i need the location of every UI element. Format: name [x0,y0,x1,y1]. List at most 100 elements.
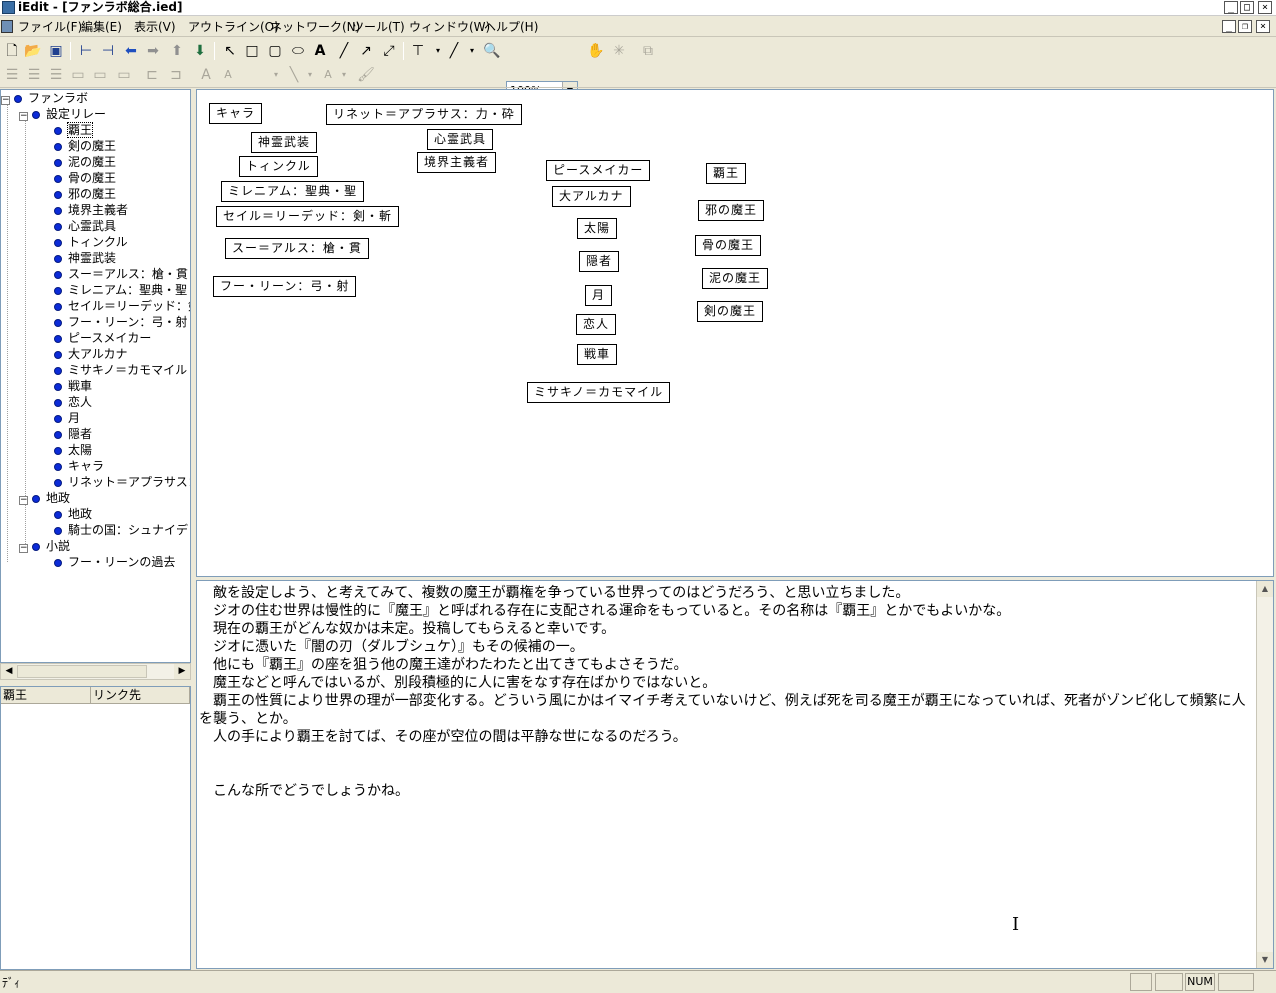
menu-edit[interactable]: 編集(E) [77,19,126,35]
select-pointer-icon[interactable]: ↖ [220,41,240,61]
canvas-node[interactable]: ピースメイカー [546,160,651,181]
font-size-up-icon[interactable]: A [196,65,216,85]
collapse-icon[interactable]: − [19,112,28,121]
close-button[interactable]: × [1258,1,1272,14]
tree-item[interactable]: 邪の魔王 [54,186,116,202]
tree-item[interactable]: スー＝アルス：槍・貫 [54,266,188,282]
tree-group[interactable]: − 地政 [19,490,70,506]
network-canvas[interactable]: キャラ リネット＝アプラサス：力・砕 神霊武装 心霊武具 トィンクル 境界主義者… [196,89,1274,577]
canvas-node[interactable]: トィンクル [239,156,318,177]
tree-item[interactable]: キャラ [54,458,104,474]
arrow-up-icon[interactable]: ⬆ [167,41,187,61]
chevron-down-icon[interactable]: ▾ [266,65,286,85]
align-top-icon[interactable]: ▭ [68,65,88,85]
tree-item[interactable]: リネット＝アプラサス： [54,474,190,490]
tree-item[interactable]: 騎士の国：シュナイデ [54,522,188,538]
canvas-node[interactable]: 邪の魔王 [698,200,765,221]
canvas-node[interactable]: キャラ [209,103,263,124]
canvas-node[interactable]: 太陽 [577,218,618,239]
link-list[interactable]: 覇王 リンク先 [0,686,191,970]
canvas-node[interactable]: リネット＝アプラサス：力・砕 [326,104,522,125]
minimize-button[interactable]: _ [1224,1,1238,14]
tree-root[interactable]: − ファンラボ [1,90,88,106]
collapse-icon[interactable]: − [1,96,10,105]
copy-image-icon[interactable]: ⧉ [638,41,658,61]
canvas-node[interactable]: 隠者 [579,251,620,272]
text-tool-icon[interactable]: A [310,41,330,61]
scroll-right-icon[interactable]: ▶ [174,664,190,679]
document-icon[interactable] [1,20,13,33]
rectangle-tool-icon[interactable]: □ [242,41,262,61]
ellipse-tool-icon[interactable]: ⬭ [288,41,308,61]
arrow-line-tool-icon[interactable]: ↗ [356,41,376,61]
outline-left-icon[interactable]: ⊢ [76,41,96,61]
canvas-node[interactable]: ミレニアム：聖典・聖 [221,181,365,202]
tree-horizontal-scrollbar[interactable]: ◀ ▶ [0,663,191,680]
tree-item[interactable]: トィンクル [54,234,128,250]
double-arrow-tool-icon[interactable]: ⤢ [379,41,399,61]
canvas-node[interactable]: 泥の魔王 [702,268,769,289]
tree-item[interactable]: ミサキノ＝カモマイル [54,362,187,378]
canvas-node[interactable]: スー＝アルス：槍・貫 [225,238,369,259]
canvas-node[interactable]: フー・リーン：弓・射 [213,276,357,297]
menu-view[interactable]: 表示(V) [130,19,180,35]
align-right-icon[interactable]: ☰ [46,65,66,85]
tree-item[interactable]: 境界主義者 [54,202,128,218]
canvas-node[interactable]: 心霊武具 [427,129,494,150]
canvas-node[interactable]: 骨の魔王 [695,235,762,256]
scroll-left-icon[interactable]: ◀ [1,664,17,679]
canvas-node[interactable]: 覇王 [706,163,747,184]
same-height-icon[interactable]: ⊐ [166,65,186,85]
canvas-node[interactable]: 剣の魔王 [697,301,764,322]
tree-item[interactable]: 神霊武装 [54,250,116,266]
canvas-node[interactable]: 戦車 [577,344,618,365]
link-list-header-target[interactable]: リンク先 [91,687,190,704]
tree-item[interactable]: ミレニアム：聖典・聖 [54,282,187,298]
scroll-down-icon[interactable]: ▼ [1257,952,1273,968]
node-text-editor[interactable]: 敵を設定しよう、と考えてみて、複数の魔王が覇権を争っている世界ってのはどうだろう… [196,580,1274,969]
outline-tree[interactable]: − ファンラボ − 設定リレー 覇王 剣の魔王 泥の魔王 骨の魔王 邪の魔王 境界主… [0,89,191,663]
menu-help[interactable]: ヘルプ(H) [480,19,542,35]
zoom-magnifier-icon[interactable]: 🔍 [482,41,502,61]
node-text[interactable]: 敵を設定しよう、と考えてみて、複数の魔王が覇権を争っている世界ってのはどうだろう… [199,584,1249,800]
tree-item[interactable]: フー・リーンの過去 [54,554,175,570]
connector-style-icon[interactable]: ⊤ [408,41,428,61]
chevron-down-icon[interactable]: ▾ [462,41,482,61]
menu-file[interactable]: ファイル(F) [14,19,86,35]
app-icon[interactable] [2,1,15,14]
tree-item[interactable]: 恋人 [54,394,92,410]
hand-pan-icon[interactable]: ✋ [586,41,606,61]
canvas-node[interactable]: セイル＝リーデッド：剣・斬 [216,206,400,227]
align-bottom-icon[interactable]: ▭ [114,65,134,85]
new-file-icon[interactable]: 🗋 [2,41,22,61]
maximize-button[interactable]: □ [1240,1,1254,14]
scroll-up-icon[interactable]: ▲ [1257,581,1273,597]
arrow-left-icon[interactable]: ⬅ [121,41,141,61]
tree-item[interactable]: 大アルカナ [54,346,128,362]
canvas-node[interactable]: ミサキノ＝カモマイル [527,382,671,403]
tree-item[interactable]: 隠者 [54,426,92,442]
line-tool-icon[interactable]: ╱ [334,41,354,61]
canvas-node[interactable]: 境界主義者 [417,152,497,173]
tree-item[interactable]: 太陽 [54,442,92,458]
tree-item[interactable]: 戦車 [54,378,92,394]
align-left-icon[interactable]: ☰ [2,65,22,85]
scroll-thumb[interactable] [17,665,147,678]
line-style-icon[interactable]: ╱ [444,41,464,61]
arrow-right-icon[interactable]: ➡ [143,41,163,61]
text-vertical-scrollbar[interactable]: ▲ ▼ [1256,581,1273,968]
canvas-node[interactable]: 月 [585,285,613,306]
canvas-node[interactable]: 神霊武装 [251,132,318,153]
tree-item[interactable]: フー・リーン：弓・射 [54,314,187,330]
link-list-header-node[interactable]: 覇王 [1,687,91,704]
chevron-down-icon[interactable]: ▾ [334,65,354,85]
tree-item[interactable]: 泥の魔王 [54,154,116,170]
tree-group[interactable]: − 設定リレー [19,106,106,122]
mdi-restore-button[interactable]: ❐ [1238,20,1252,33]
canvas-node[interactable]: 大アルカナ [552,186,631,207]
tree-item[interactable]: 剣の魔王 [54,138,116,154]
collapse-icon[interactable]: − [19,496,28,505]
mdi-minimize-button[interactable]: _ [1222,20,1236,33]
menu-tools[interactable]: ツール(T) [348,19,409,35]
collapse-icon[interactable]: − [19,544,28,553]
